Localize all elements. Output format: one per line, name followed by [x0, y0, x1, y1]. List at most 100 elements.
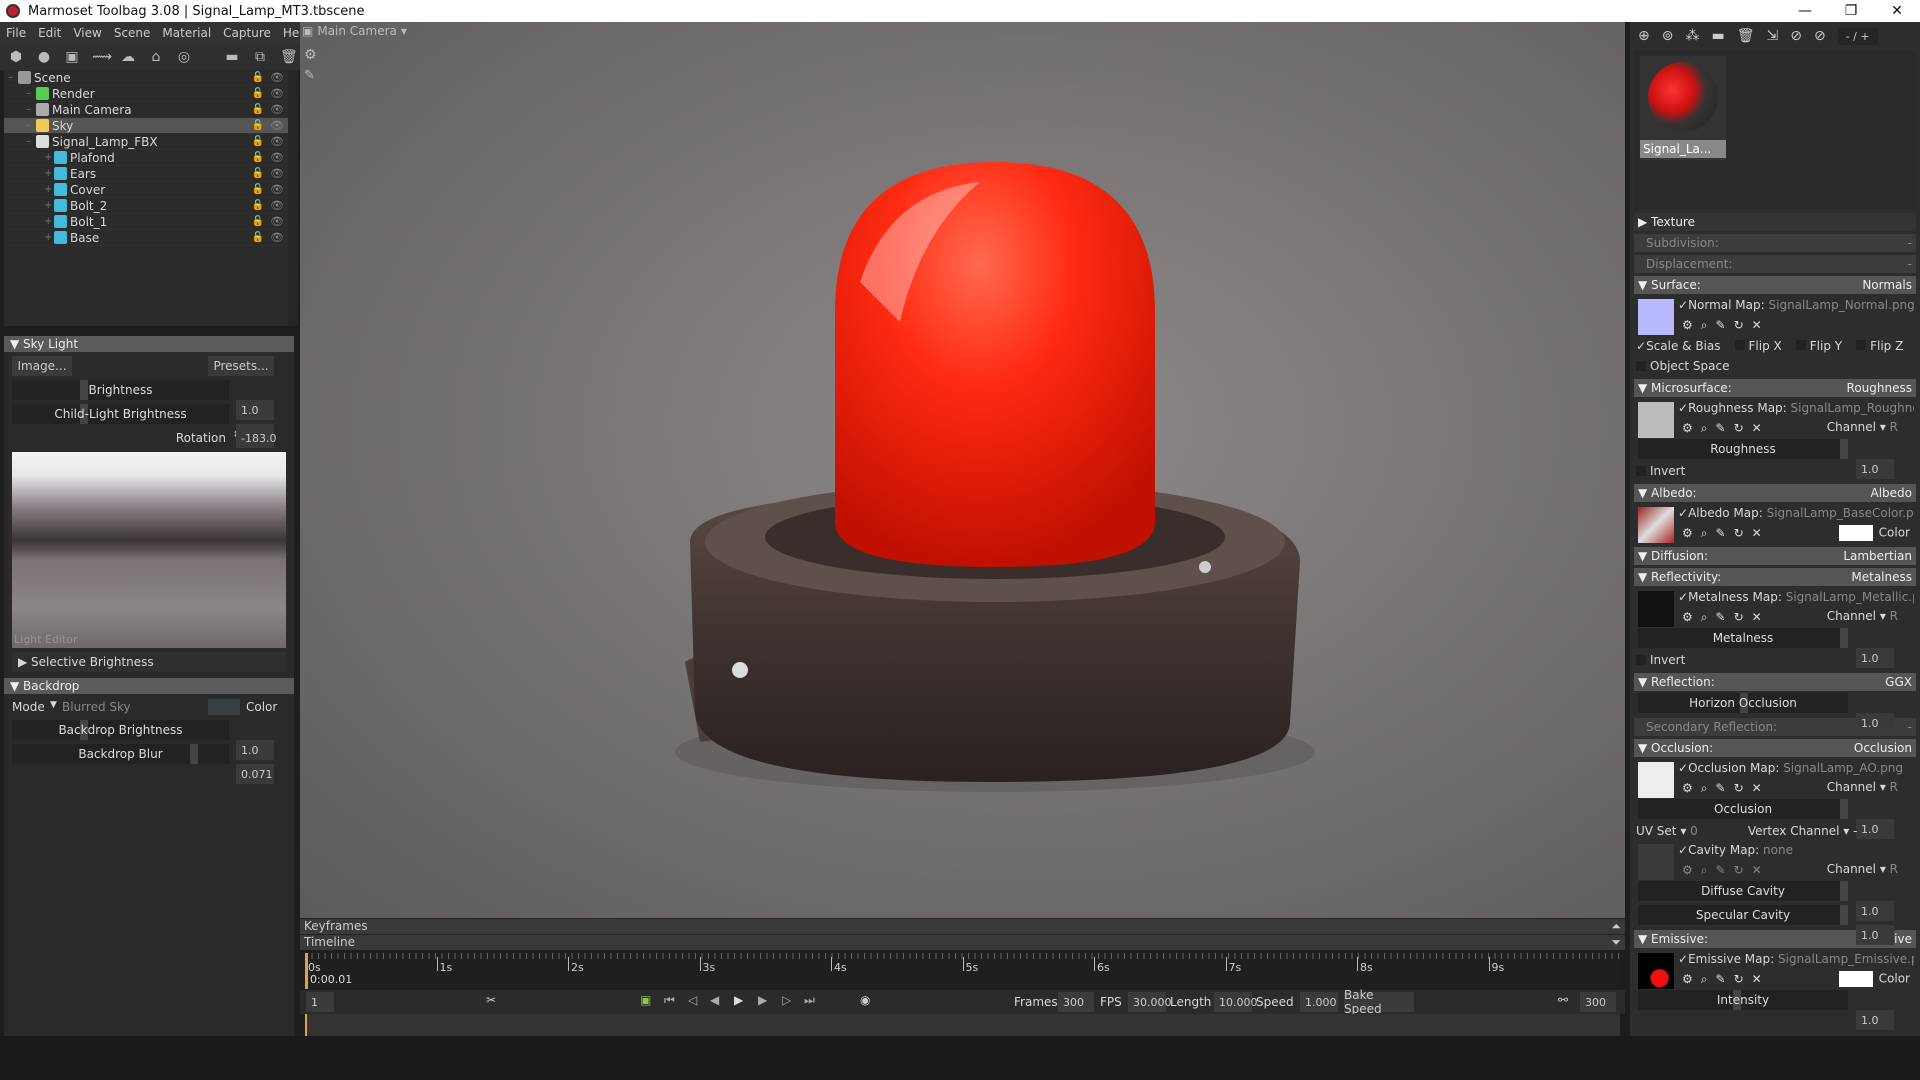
visibility-eye-icon[interactable]: 👁: [270, 71, 284, 84]
play-icon[interactable]: ▶: [734, 993, 743, 1007]
reflectivity-select[interactable]: Metalness: [1851, 570, 1912, 584]
tree-expander[interactable]: +: [44, 216, 54, 227]
menu-edit[interactable]: Edit: [32, 26, 67, 40]
reload-icon[interactable]: ↻: [1734, 318, 1744, 333]
metalness-invert-checkbox[interactable]: Invert: [1630, 650, 1920, 670]
clear-x-icon[interactable]: ✕: [1752, 781, 1762, 796]
occlusion-slider[interactable]: Occlusion: [1638, 799, 1848, 819]
viewport-tool-icon[interactable]: ✎: [304, 68, 315, 83]
occlusion-section[interactable]: ▼ Occlusion: Occlusion: [1634, 739, 1916, 757]
cavity-map-file[interactable]: none: [1763, 843, 1793, 857]
playhead[interactable]: [305, 953, 308, 989]
menu-capture[interactable]: Capture: [217, 26, 277, 40]
bake-speed-button[interactable]: Bake Speed: [1344, 988, 1414, 1016]
3d-viewport[interactable]: [300, 22, 1625, 918]
pencil-icon[interactable]: ✎: [1716, 610, 1726, 625]
roughness-invert-checkbox[interactable]: Invert: [1630, 461, 1920, 481]
clear-x-icon[interactable]: ✕: [1752, 526, 1762, 541]
add-light-icon[interactable]: ●: [36, 49, 52, 65]
folder-icon[interactable]: ▬: [1711, 28, 1724, 44]
reload-icon[interactable]: ↻: [1734, 421, 1744, 436]
reflection-select[interactable]: GGX: [1885, 675, 1912, 689]
normal-map-file[interactable]: SignalLamp_Normal.png: [1769, 298, 1915, 312]
restore-button[interactable]: ❐: [1828, 0, 1874, 22]
import-material-icon[interactable]: ⊘: [1790, 28, 1802, 44]
scissors-icon[interactable]: ✂: [486, 993, 496, 1007]
visibility-eye-icon[interactable]: 👁: [270, 183, 284, 196]
settings-gear-icon[interactable]: ⚙: [1682, 781, 1693, 796]
lock-icon[interactable]: 🔓: [252, 88, 264, 99]
search-icon[interactable]: ⌕: [1701, 610, 1708, 625]
tree-expander[interactable]: –: [26, 104, 36, 115]
diffusion-section[interactable]: ▼ Diffusion: Lambertian: [1634, 547, 1916, 565]
scene-tree-item[interactable]: + Ears 🔓 👁: [4, 166, 290, 182]
reload-icon[interactable]: ↻: [1734, 863, 1744, 878]
step-forward-icon[interactable]: ▶: [758, 993, 767, 1007]
delete-icon[interactable]: 🗑: [280, 49, 298, 65]
add-material-icon[interactable]: ⊕: [1638, 28, 1650, 44]
surface-section[interactable]: ▼ Surface: Normals: [1634, 276, 1916, 294]
next-key-icon[interactable]: ▷: [782, 993, 791, 1007]
checker-icon[interactable]: ⁂: [1685, 28, 1699, 44]
intensity-slider[interactable]: Intensity: [1638, 990, 1848, 1010]
settings-gear-icon[interactable]: ⚙: [1682, 318, 1693, 333]
viewport-settings-gear-icon[interactable]: ⚙: [304, 47, 317, 63]
occlusion-map-file[interactable]: SignalLamp_AO.png: [1783, 761, 1903, 775]
search-icon[interactable]: ⌕: [1701, 318, 1708, 333]
clear-x-icon[interactable]: ✕: [1752, 421, 1762, 436]
intensity-input[interactable]: 1.0: [1856, 1010, 1894, 1030]
tree-expander[interactable]: –: [26, 136, 36, 147]
backdrop-blur-slider[interactable]: Backdrop Blur: [12, 744, 229, 764]
object-space-checkbox[interactable]: Object Space: [1630, 356, 1920, 376]
step-back-icon[interactable]: ◀: [710, 993, 719, 1007]
lock-icon[interactable]: 🔓: [252, 216, 264, 227]
visibility-eye-icon[interactable]: 👁: [270, 151, 284, 164]
skip-end-icon[interactable]: ⏭: [804, 993, 815, 1008]
tree-expander[interactable]: –: [26, 88, 36, 99]
horizon-occlusion-input[interactable]: 1.0: [1856, 713, 1894, 733]
add-audio-icon[interactable]: ◎: [176, 49, 192, 65]
roughness-channel-select[interactable]: Channel ▾ R: [1827, 420, 1898, 434]
add-mesh-icon[interactable]: ⬢: [8, 49, 24, 65]
search-icon[interactable]: ⌕: [1701, 526, 1708, 541]
backdrop-header[interactable]: ▼ Backdrop: [4, 678, 294, 694]
end-frame-input[interactable]: 300: [1580, 992, 1616, 1012]
uv-set-select[interactable]: UV Set ▾ 0: [1636, 824, 1698, 838]
reload-icon[interactable]: ↻: [1734, 781, 1744, 796]
tree-expander[interactable]: +: [44, 200, 54, 211]
normal-map-thumbnail[interactable]: [1638, 299, 1674, 335]
microsurface-section[interactable]: ▼ Microsurface: Roughness: [1634, 379, 1916, 397]
light-editor-panorama[interactable]: Light Editor: [12, 452, 286, 648]
speed-input[interactable]: 1.000: [1300, 992, 1338, 1012]
visibility-eye-icon[interactable]: 👁: [270, 215, 284, 228]
pencil-icon[interactable]: ✎: [1716, 526, 1726, 541]
open-folder-icon[interactable]: ▬: [224, 49, 240, 65]
playhead-track[interactable]: [305, 1014, 307, 1036]
tree-expander[interactable]: +: [44, 152, 54, 163]
vertex-channel-select[interactable]: Vertex Channel ▾ -: [1748, 824, 1858, 838]
search-icon[interactable]: ⌕: [1701, 421, 1708, 436]
material-page-control[interactable]: - / +: [1837, 27, 1878, 45]
export-material-icon[interactable]: ⊘: [1814, 28, 1826, 44]
specular-cavity-slider[interactable]: Specular Cavity: [1638, 905, 1848, 925]
backdrop-blur-input[interactable]: 0.071: [236, 764, 274, 784]
settings-gear-icon[interactable]: ⚙: [1682, 863, 1693, 878]
mode-dropdown-icon[interactable]: ▼: [50, 700, 57, 710]
scene-tree-item[interactable]: – Signal_Lamp_FBX 🔓 👁: [4, 134, 290, 150]
scene-tree-item[interactable]: + Bolt_1 🔓 👁: [4, 214, 290, 230]
pencil-icon[interactable]: ✎: [1716, 972, 1726, 987]
tree-expander[interactable]: +: [44, 184, 54, 195]
settings-gear-icon[interactable]: ⚙: [1682, 610, 1693, 625]
tree-expander[interactable]: –: [8, 72, 18, 83]
add-fog-icon[interactable]: ☁: [120, 49, 136, 65]
horizon-occlusion-slider[interactable]: Horizon Occlusion: [1638, 693, 1848, 713]
visibility-eye-icon[interactable]: 👁: [270, 199, 284, 212]
keyframe-track[interactable]: [305, 1014, 1620, 1036]
backdrop-color-swatch[interactable]: [208, 699, 240, 715]
add-turntable-icon[interactable]: ⌂: [148, 49, 164, 65]
albedo-select[interactable]: Albedo: [1870, 486, 1912, 500]
scale-bias-checkbox[interactable]: ✓Scale & Bias: [1636, 339, 1721, 353]
presets-button[interactable]: Presets...: [208, 356, 274, 376]
emissive-map-thumbnail[interactable]: [1638, 953, 1674, 989]
metalness-map-file[interactable]: SignalLamp_Metallic.png: [1786, 590, 1914, 604]
